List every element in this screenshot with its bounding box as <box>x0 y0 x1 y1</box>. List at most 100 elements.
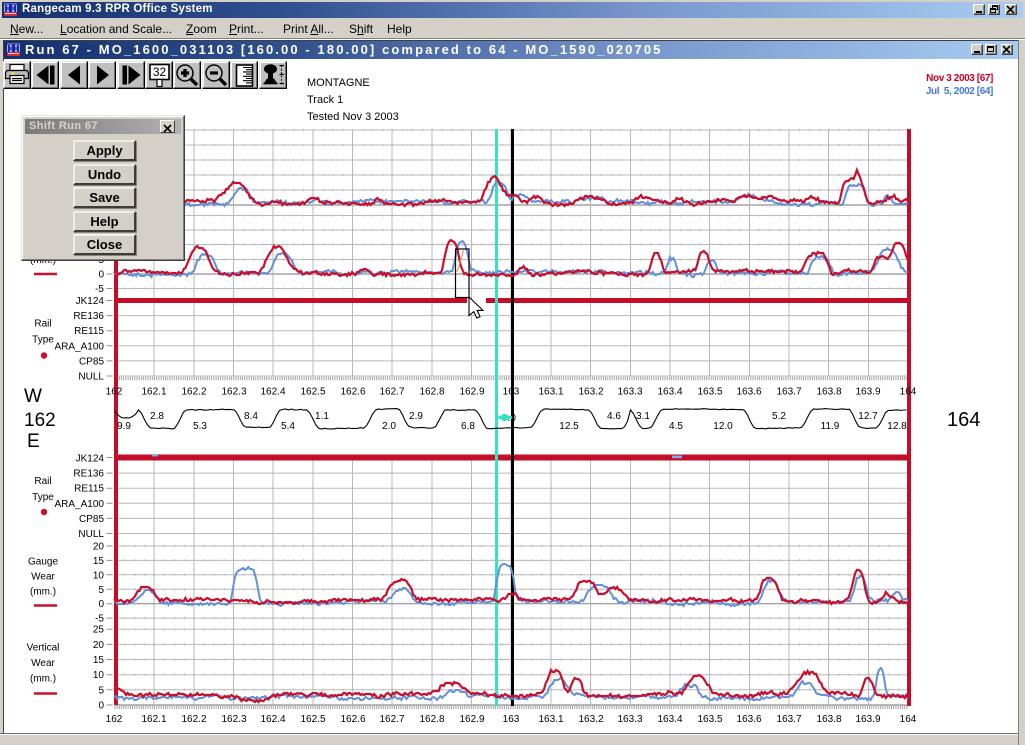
svg-text:162.6: 162.6 <box>340 387 365 398</box>
svg-text:162.2: 162.2 <box>181 387 206 398</box>
svg-text:25: 25 <box>93 625 105 636</box>
svg-text:RE136: RE136 <box>73 469 104 480</box>
svg-text:20: 20 <box>93 542 105 553</box>
svg-text:Rail: Rail <box>34 476 51 487</box>
svg-text:4.6: 4.6 <box>607 411 621 422</box>
svg-text:Rail: Rail <box>34 319 51 330</box>
svg-text:5.3: 5.3 <box>193 421 207 432</box>
svg-text:RE115: RE115 <box>74 326 104 337</box>
svg-text:163.2: 163.2 <box>578 714 603 725</box>
svg-text:3.1: 3.1 <box>636 411 650 422</box>
svg-text:Wear: Wear <box>31 572 55 583</box>
svg-text:Nov 3 2003 [67]: Nov 3 2003 [67] <box>926 73 993 84</box>
svg-text:164: 164 <box>900 714 917 725</box>
svg-text:162.8: 162.8 <box>419 714 444 725</box>
svg-text:12.8: 12.8 <box>887 421 907 432</box>
svg-text:162.5: 162.5 <box>300 714 325 725</box>
svg-text:Vertical: Vertical <box>27 643 60 654</box>
svg-text:163.8: 163.8 <box>816 714 841 725</box>
svg-text:163.7: 163.7 <box>776 714 801 725</box>
svg-text:W: W <box>24 386 42 407</box>
svg-text:5.4: 5.4 <box>281 421 295 432</box>
svg-text:163.6: 163.6 <box>736 387 761 398</box>
svg-text:163.8: 163.8 <box>816 387 841 398</box>
svg-text:163.1: 163.1 <box>538 387 563 398</box>
svg-text:162.4: 162.4 <box>260 387 285 398</box>
svg-text:0: 0 <box>98 599 104 610</box>
svg-text:15: 15 <box>93 556 105 567</box>
svg-text:163.9: 163.9 <box>855 387 880 398</box>
svg-text:8.4: 8.4 <box>244 411 258 422</box>
svg-text:162.8: 162.8 <box>419 387 444 398</box>
svg-text:15: 15 <box>93 655 105 666</box>
svg-text:163.3: 163.3 <box>617 387 642 398</box>
svg-text:20: 20 <box>93 640 105 651</box>
svg-text:162.5: 162.5 <box>300 387 325 398</box>
svg-text:162.9: 162.9 <box>459 387 484 398</box>
svg-text:-5: -5 <box>95 614 104 625</box>
svg-text:E: E <box>27 431 40 452</box>
svg-text:162.3: 162.3 <box>221 714 246 725</box>
svg-text:163.5: 163.5 <box>697 714 722 725</box>
svg-text:2.0: 2.0 <box>382 421 396 432</box>
svg-text:163.4: 163.4 <box>657 714 682 725</box>
svg-text:163.3: 163.3 <box>617 714 642 725</box>
svg-text:4.5: 4.5 <box>669 421 683 432</box>
svg-text:163.6: 163.6 <box>736 714 761 725</box>
svg-text:162: 162 <box>24 410 56 431</box>
svg-text:162.1: 162.1 <box>141 714 166 725</box>
svg-text:162.9: 162.9 <box>459 714 484 725</box>
svg-text:MONTAGNE: MONTAGNE <box>307 77 370 89</box>
svg-text:ARA_A100: ARA_A100 <box>55 341 105 352</box>
svg-text:NULL: NULL <box>78 372 104 383</box>
svg-text:162.7: 162.7 <box>379 714 404 725</box>
svg-text:162.7: 162.7 <box>379 387 404 398</box>
svg-text:163.9: 163.9 <box>855 714 880 725</box>
svg-text:CP85: CP85 <box>79 356 104 367</box>
svg-text:10: 10 <box>93 570 105 581</box>
svg-text:163.4: 163.4 <box>657 387 682 398</box>
svg-text:162.1: 162.1 <box>141 387 166 398</box>
svg-text:(mm.): (mm.) <box>30 587 56 598</box>
svg-text:RE115: RE115 <box>74 484 104 495</box>
svg-text:163.2: 163.2 <box>578 387 603 398</box>
svg-text:162.2: 162.2 <box>181 714 206 725</box>
svg-text:164: 164 <box>947 409 980 431</box>
svg-text:9.9: 9.9 <box>117 421 131 432</box>
svg-text:(mm.): (mm.) <box>30 674 56 685</box>
svg-text:Tested Nov 3 2003: Tested Nov 3 2003 <box>307 111 399 123</box>
svg-text:Wear: Wear <box>31 658 55 669</box>
svg-text:Type: Type <box>32 492 54 503</box>
svg-text:162: 162 <box>106 387 123 398</box>
svg-text:164: 164 <box>900 387 917 398</box>
svg-text:12.0: 12.0 <box>713 421 733 432</box>
svg-text:0: 0 <box>98 701 104 712</box>
svg-text:5.2: 5.2 <box>772 411 786 422</box>
svg-text:163.7: 163.7 <box>776 387 801 398</box>
svg-text:10: 10 <box>93 670 105 681</box>
svg-text:Type: Type <box>32 335 54 346</box>
svg-text:11.9: 11.9 <box>821 421 840 432</box>
svg-text:163.5: 163.5 <box>697 387 722 398</box>
svg-text:Track 1: Track 1 <box>307 94 343 106</box>
svg-text:0: 0 <box>98 270 104 281</box>
svg-text:2.8: 2.8 <box>150 411 164 422</box>
svg-text:Jul 5, 2002 [64]: Jul 5, 2002 [64] <box>926 86 993 97</box>
svg-text:12.7: 12.7 <box>858 411 878 422</box>
svg-text:CP85: CP85 <box>79 514 104 525</box>
svg-text:Gauge: Gauge <box>28 557 58 568</box>
svg-text:12.5: 12.5 <box>559 421 579 432</box>
svg-text:-5: -5 <box>95 284 104 295</box>
svg-text:163: 163 <box>503 387 520 398</box>
svg-text:6.8: 6.8 <box>461 421 475 432</box>
svg-text:ARA_A100: ARA_A100 <box>55 499 105 510</box>
svg-text:2.9: 2.9 <box>409 411 423 422</box>
svg-text:JK124: JK124 <box>76 296 105 307</box>
svg-text:162.6: 162.6 <box>340 714 365 725</box>
svg-text:5: 5 <box>98 685 104 696</box>
svg-text:162: 162 <box>106 714 123 725</box>
svg-text:JK124: JK124 <box>76 454 105 465</box>
svg-text:NULL: NULL <box>78 529 104 540</box>
svg-text:5: 5 <box>98 585 104 596</box>
svg-text:1.1: 1.1 <box>315 411 329 422</box>
